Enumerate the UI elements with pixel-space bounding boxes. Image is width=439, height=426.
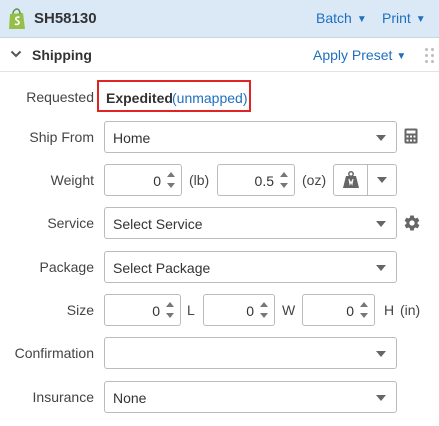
shipping-section-header: Shipping Apply Preset ▼: [0, 38, 439, 72]
scale-button-group: [333, 164, 397, 196]
apply-preset-label: Apply Preset: [313, 47, 393, 63]
weight-label: Weight: [50, 172, 94, 188]
batch-label: Batch: [316, 10, 352, 26]
chevron-down-icon[interactable]: [10, 48, 22, 60]
requested-label: Requested: [26, 89, 94, 105]
batch-button[interactable]: Batch ▼: [316, 10, 367, 26]
insurance-label: Insurance: [32, 389, 94, 405]
caret-down-icon: [376, 265, 386, 271]
section-title: Shipping: [32, 47, 92, 63]
ship-from-label: Ship From: [29, 129, 94, 145]
gear-icon[interactable]: [403, 214, 421, 232]
scale-weight-icon: [343, 171, 359, 188]
size-height-value: 0: [346, 303, 354, 319]
service-value: Select Service: [113, 216, 203, 232]
ship-from-value: Home: [113, 130, 151, 146]
spinner-arrows-icon[interactable]: [259, 301, 269, 321]
spinner-arrows-icon[interactable]: [279, 171, 289, 191]
length-unit: L: [187, 302, 195, 318]
requested-service-value: Expedited: [106, 90, 173, 106]
insurance-select[interactable]: None: [104, 381, 397, 413]
weight-lb-value: 0: [153, 173, 161, 189]
lb-unit: (lb): [189, 172, 210, 188]
spinner-arrows-icon[interactable]: [359, 301, 369, 321]
calculator-icon[interactable]: [404, 128, 418, 144]
size-length-input[interactable]: 0: [104, 294, 181, 326]
package-label: Package: [39, 259, 94, 275]
ship-from-select[interactable]: Home: [104, 121, 397, 153]
weight-oz-value: 0.5: [254, 173, 274, 189]
size-label: Size: [66, 302, 94, 318]
order-id: SH58130: [34, 10, 97, 27]
caret-down-icon: ▼: [356, 14, 367, 25]
size-unit: (in): [400, 302, 421, 318]
caret-down-icon: [376, 135, 386, 141]
height-unit: H: [384, 302, 395, 318]
print-button[interactable]: Print ▼: [382, 10, 426, 26]
requested-service-highlight: Expedited (unmapped): [97, 80, 251, 112]
caret-down-icon: [376, 351, 386, 357]
caret-down-icon: ▼: [415, 14, 426, 25]
caret-down-icon: ▼: [396, 51, 407, 62]
caret-down-icon: [377, 177, 387, 183]
width-unit: W: [282, 302, 296, 318]
size-width-value: 0: [246, 303, 254, 319]
confirmation-label: Confirmation: [14, 345, 94, 361]
package-select[interactable]: Select Package: [104, 251, 397, 283]
weight-oz-input[interactable]: 0.5: [217, 164, 295, 196]
insurance-value: None: [113, 390, 147, 406]
confirmation-select[interactable]: [104, 337, 397, 369]
print-label: Print: [382, 10, 411, 26]
shopify-bag-icon: [9, 8, 25, 29]
size-height-input[interactable]: 0: [302, 294, 375, 326]
unmapped-link[interactable]: (unmapped): [172, 90, 248, 106]
caret-down-icon: [376, 395, 386, 401]
scale-read-button[interactable]: [334, 165, 368, 195]
service-label: Service: [47, 215, 94, 231]
scale-dropdown-button[interactable]: [368, 165, 396, 195]
package-value: Select Package: [113, 260, 211, 276]
caret-down-icon: [376, 221, 386, 227]
spinner-arrows-icon[interactable]: [165, 301, 175, 321]
size-length-value: 0: [152, 303, 160, 319]
weight-lb-input[interactable]: 0: [104, 164, 182, 196]
order-header-bar: SH58130 Batch ▼ Print ▼: [0, 0, 439, 38]
service-select[interactable]: Select Service: [104, 207, 397, 239]
drag-handle-icon[interactable]: [425, 48, 435, 64]
size-width-input[interactable]: 0: [203, 294, 275, 326]
spinner-arrows-icon[interactable]: [166, 171, 176, 191]
apply-preset-button[interactable]: Apply Preset ▼: [313, 47, 406, 63]
oz-unit: (oz): [302, 172, 327, 188]
